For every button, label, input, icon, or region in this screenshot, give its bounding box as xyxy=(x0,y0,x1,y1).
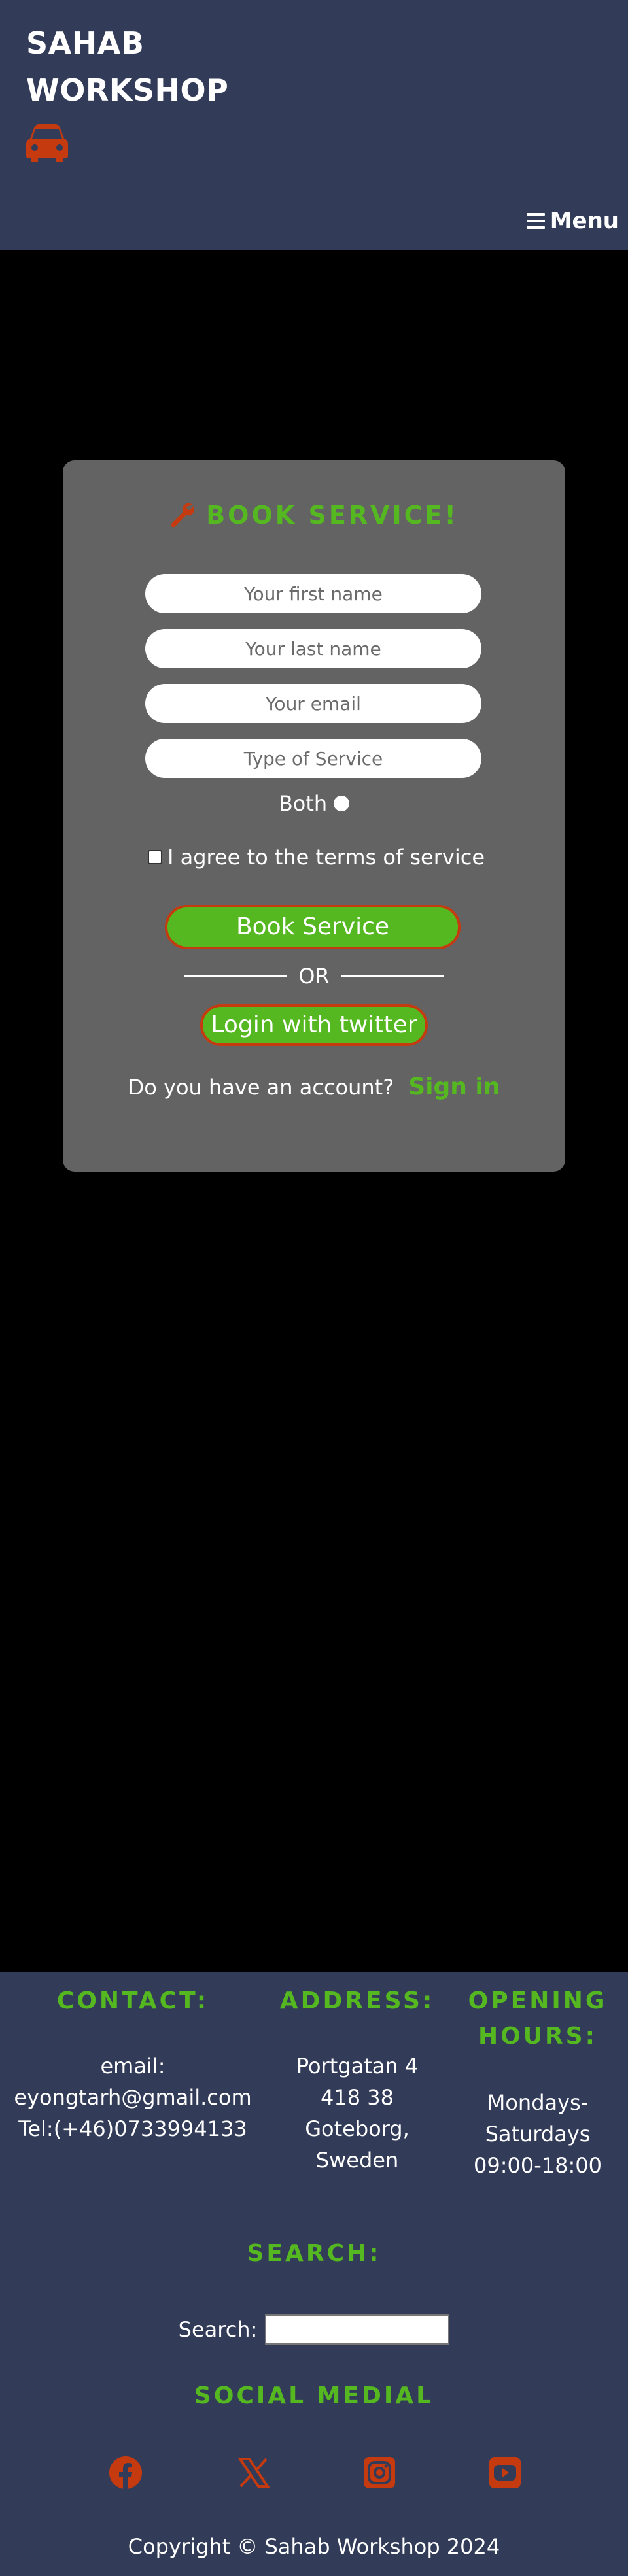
sign-in-link[interactable]: Sign in xyxy=(408,1074,500,1100)
hours-line-1: Mondays- xyxy=(487,2090,589,2115)
radio-both[interactable] xyxy=(334,796,350,811)
or-divider: OR xyxy=(63,964,565,989)
contact-block: email: eyongtarh@gmail.com Tel:(+46)0733… xyxy=(0,2050,266,2144)
login-twitter-button[interactable]: Login with twitter xyxy=(200,1004,428,1046)
car-icon xyxy=(26,124,68,162)
search-input[interactable] xyxy=(265,2314,450,2345)
email-input[interactable] xyxy=(145,684,481,723)
terms-checkbox[interactable] xyxy=(148,850,162,864)
wrench-icon xyxy=(171,503,195,528)
hours-line-2: Saturdays xyxy=(485,2122,591,2146)
brand-logo-text[interactable]: SAHAB WORKSHOP xyxy=(26,20,228,114)
radio-group: Both xyxy=(63,791,565,816)
terms-label: I agree to the terms of service xyxy=(167,845,485,870)
contact-tel[interactable]: Tel:(+46)0733994133 xyxy=(0,2113,266,2144)
site-header: SAHAB WORKSHOP Menu xyxy=(0,0,628,250)
instagram-icon[interactable] xyxy=(362,2456,396,2490)
contact-email[interactable]: eyongtarh@gmail.com xyxy=(0,2082,266,2113)
brand-line-1: SAHAB xyxy=(26,25,145,61)
contact-email-label: email: xyxy=(100,2054,166,2078)
copyright-text: Copyright © Sahab Workshop 2024 xyxy=(128,2534,500,2559)
brand-line-2: WORKSHOP xyxy=(26,73,229,108)
site-footer: CONTACT: email: eyongtarh@gmail.com Tel:… xyxy=(0,1972,628,2576)
social-heading: SOCIAL MEDIAL xyxy=(194,2382,434,2409)
menu-button[interactable]: Menu xyxy=(526,208,619,234)
hours-heading-line-2: HOURS: xyxy=(478,2023,597,2050)
facebook-icon[interactable] xyxy=(109,2456,143,2490)
contact-heading: CONTACT: xyxy=(56,1988,209,2014)
search-heading: SEARCH: xyxy=(247,2240,381,2267)
address-line-3: Goteborg, xyxy=(305,2116,410,2141)
form-title: BOOK SERVICE! xyxy=(63,501,565,530)
address-block: Portgatan 4 418 38 Goteborg, Sweden xyxy=(279,2050,436,2176)
book-service-button[interactable]: Book Service xyxy=(165,905,461,949)
address-line-4: Sweden xyxy=(315,2148,399,2173)
search-row: Search: xyxy=(0,2314,628,2345)
address-line-2: 418 38 xyxy=(321,2085,394,2110)
address-line-1: Portgatan 4 xyxy=(296,2054,419,2078)
account-prompt: Do you have an account? Sign in xyxy=(63,1074,565,1100)
address-heading: ADDRESS: xyxy=(279,1988,435,2014)
x-twitter-icon[interactable] xyxy=(237,2456,271,2490)
account-question: Do you have an account? xyxy=(128,1075,394,1100)
last-name-input[interactable] xyxy=(145,629,481,668)
first-name-input[interactable] xyxy=(145,574,481,613)
hours-line-3: 09:00-18:00 xyxy=(474,2153,602,2178)
hours-heading: OPENING HOURS: xyxy=(459,1984,616,2054)
divider-line-left xyxy=(184,975,287,977)
menu-label: Menu xyxy=(550,208,619,234)
terms-row: I agree to the terms of service xyxy=(148,845,485,870)
hours-heading-line-1: OPENING xyxy=(468,1988,608,2014)
or-text: OR xyxy=(298,964,330,989)
hours-block: Mondays- Saturdays 09:00-18:00 xyxy=(459,2087,616,2181)
booking-form-card: BOOK SERVICE! Both I agree to the terms … xyxy=(63,460,565,1172)
hamburger-icon xyxy=(526,213,545,229)
divider-line-right xyxy=(341,975,444,977)
form-title-text: BOOK SERVICE! xyxy=(206,501,459,530)
service-type-input[interactable] xyxy=(145,739,481,778)
youtube-icon[interactable] xyxy=(488,2456,522,2490)
search-label: Search: xyxy=(178,2317,258,2342)
radio-label-both: Both xyxy=(278,791,328,816)
